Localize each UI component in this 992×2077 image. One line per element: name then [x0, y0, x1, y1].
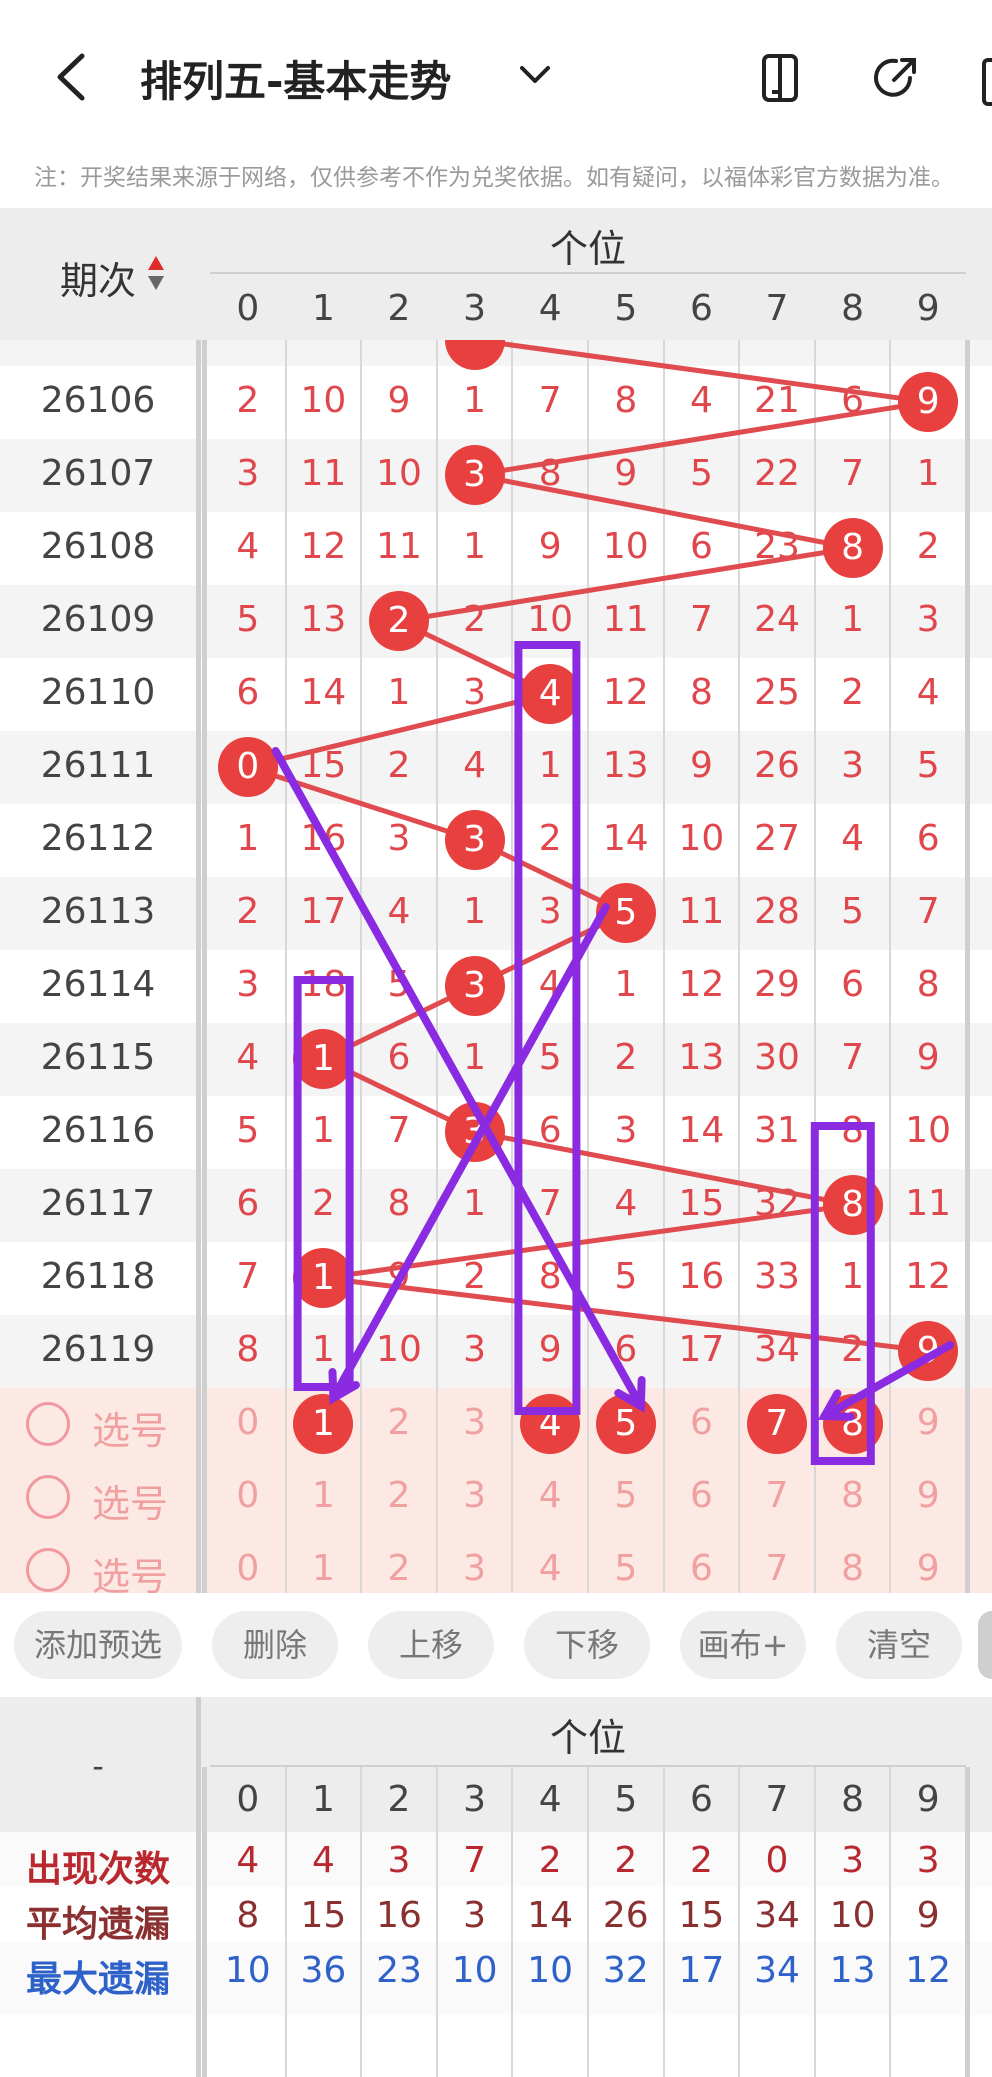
- stats-value: 3: [463, 1895, 487, 1936]
- annotation-cross-line-1: [271, 747, 645, 1410]
- stats-header: - 个位 0 1 2 3 4 5 6 7 8 9: [0, 1697, 992, 1832]
- stats-value: 15: [678, 1895, 725, 1936]
- chevron-down-icon[interactable]: [518, 60, 552, 88]
- stats-value: 8: [236, 1895, 260, 1936]
- stats-value: 14: [527, 1895, 574, 1936]
- app-header: 排列五-基本走势: [0, 0, 992, 150]
- stats-column-separator: [813, 1767, 816, 2077]
- stats-value: 9: [916, 1895, 940, 1936]
- stats-column-separator: [738, 1767, 741, 2077]
- stats-column-separator: [202, 1767, 207, 2077]
- stats-digit-header-9: 9: [916, 1779, 940, 1820]
- stats-value: 2: [538, 1840, 562, 1881]
- stats-value: 4: [311, 1840, 335, 1881]
- move-down-button[interactable]: 下移: [524, 1611, 650, 1679]
- stats-digit-header-2: 2: [387, 1779, 411, 1820]
- trend-grid: 26106 2 10 9 1 7 8 4 21 6 26107 3 11 10 8 9 5 22 7 1 26108 4 1…: [0, 208, 992, 1593]
- stats-digit-header-4: 4: [538, 1779, 562, 1820]
- stats-label: 出现次数: [25, 1849, 170, 1890]
- disclaimer-notice: 注：开奖结果来源于网络，仅供参考不作为兑奖依据。如有疑问，以福体彩官方数据为准。: [34, 165, 954, 191]
- stats-digit-header-0: 0: [236, 1779, 260, 1820]
- stats-digit-header-7: 7: [765, 1779, 789, 1820]
- more-icon[interactable]: [982, 58, 992, 106]
- stats-value: 10: [829, 1895, 876, 1936]
- stats-digit-header-3: 3: [463, 1779, 487, 1820]
- stats-value: 4: [236, 1840, 260, 1881]
- stats-digit-header-5: 5: [614, 1779, 638, 1820]
- action-bar: 添加预选 删除 上移 下移 画布+ 清空: [0, 1593, 992, 1697]
- stats-value: 16: [376, 1895, 422, 1936]
- stats-value: 34: [754, 1895, 800, 1936]
- back-arrow-icon[interactable]: [52, 52, 88, 102]
- stats-value: 34: [754, 1950, 800, 1991]
- annotation-box-digit-1: [293, 976, 354, 1391]
- stats-digit-header-1: 1: [311, 1779, 335, 1820]
- stats-column-separator: [511, 1767, 514, 2077]
- stats-value: 12: [905, 1950, 952, 1991]
- canvas-plus-button[interactable]: 画布+: [680, 1611, 806, 1679]
- stats-value: 10: [224, 1950, 271, 1991]
- stats-value: 3: [387, 1840, 411, 1881]
- stats-value: 0: [765, 1840, 789, 1881]
- phone-layout-icon[interactable]: [758, 52, 810, 104]
- stats-column-separator: [435, 1767, 438, 2077]
- stats-value: 3: [841, 1840, 865, 1881]
- share-icon[interactable]: [870, 52, 922, 104]
- stats-value: 3: [916, 1840, 940, 1881]
- clear-button[interactable]: 清空: [836, 1611, 962, 1679]
- stats-column-separator: [360, 1767, 363, 2077]
- stats-corner: -: [92, 1747, 104, 1785]
- stats-column-separator: [587, 1767, 589, 2077]
- stats-value: 26: [602, 1895, 649, 1936]
- scroll-hint: [978, 1611, 992, 1679]
- stats-value: 17: [678, 1950, 725, 1991]
- move-up-button[interactable]: 上移: [368, 1611, 494, 1679]
- stats-digit-header-6: 6: [689, 1779, 713, 1820]
- annotation-box-digit-4: [514, 641, 581, 1415]
- statistics-table: - 个位 0123456789 出现次数 4 4 3 7 2 2 2 0 3 3 平均遗漏 8 15 16 3…: [0, 1697, 992, 2077]
- stats-position-title: 个位: [549, 1716, 626, 1760]
- stats-row: 最大遗漏 10 36 23 10 10 32 17 34 13 12: [0, 1942, 992, 2015]
- stats-column-separator: [662, 1767, 665, 2077]
- stats-column-separator: [284, 1767, 287, 2077]
- stats-label: 最大遗漏: [25, 1959, 170, 2000]
- stats-value: 2: [689, 1840, 713, 1881]
- stats-value: 10: [527, 1950, 574, 1991]
- stats-value: 32: [602, 1950, 649, 1991]
- stats-digit-header-8: 8: [841, 1779, 865, 1820]
- stats-label: 平均遗漏: [25, 1904, 170, 1945]
- stats-value: 15: [300, 1895, 347, 1936]
- stats-value: 10: [451, 1950, 498, 1991]
- annotation-cross-line-2: [329, 903, 610, 1402]
- stats-value: 13: [829, 1950, 876, 1991]
- page-title[interactable]: 排列五-基本走势: [140, 48, 451, 109]
- stats-value: 2: [614, 1840, 638, 1881]
- trend-overlay: [271, 641, 955, 1465]
- stats-column-separator: [889, 1767, 892, 2077]
- annotation-arrow-line: [820, 1341, 955, 1420]
- stats-value: 23: [376, 1950, 422, 1991]
- delete-button[interactable]: 删除: [212, 1611, 338, 1679]
- stats-issue-separator: [196, 1697, 201, 2077]
- stats-value: 7: [463, 1840, 487, 1881]
- stats-column-separator: [965, 1767, 970, 2077]
- add-preselect-button[interactable]: 添加预选: [14, 1611, 182, 1679]
- stats-value: 36: [300, 1950, 347, 1991]
